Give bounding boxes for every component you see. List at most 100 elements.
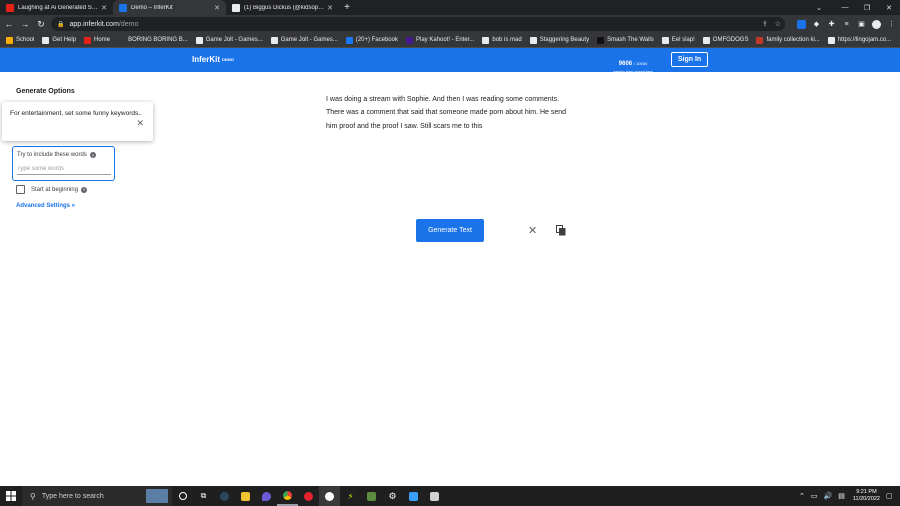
bookmark-label: Get Help [52, 37, 77, 43]
bookmark-item[interactable]: OMFGDOGS [702, 36, 748, 44]
bookmark-item[interactable]: BORING BORING B... [118, 36, 188, 44]
url-path: /demo [118, 20, 139, 28]
extensions-puzzle-icon[interactable]: ✚ [827, 20, 836, 29]
tab-title: Laughing at Ai Generated Storie [18, 4, 99, 11]
bookmark-favicon-icon [827, 36, 835, 44]
tab-twitter[interactable]: (1) Biggus Dickus (@kidsophie) · ✕ [226, 0, 339, 15]
brand-logo[interactable]: InferKit DEMO [192, 55, 234, 64]
bookmark-item[interactable]: family collection ki... [756, 36, 820, 44]
twitter-favicon-icon [232, 3, 240, 12]
notifications-icon[interactable]: ▢ [886, 492, 896, 500]
lock-icon: 🔒 [57, 21, 65, 28]
advanced-settings-link[interactable]: Advanced Settings » [16, 203, 75, 209]
sidepanel-icon[interactable]: ▣ [857, 20, 866, 29]
new-tab-button[interactable]: + [339, 0, 355, 15]
tab-title: Demo – InferKit [131, 4, 173, 11]
system-tray: ⌃ ▭ 🔊 ▤ 9:21 PM 11/20/2022 ▢ [796, 486, 900, 506]
settings-gear-icon[interactable]: ⚙ [382, 486, 403, 506]
bookmark-label: School [16, 37, 35, 43]
bookmark-item[interactable]: School [6, 36, 35, 44]
window-controls: — ❐ ✕ [834, 0, 900, 15]
keywords-label: Try to include these words [17, 152, 87, 158]
bookmark-star-icon[interactable]: ☆ [775, 20, 781, 28]
bookmarks-bar: School Get Help Home BORING BORING B... Game… [0, 33, 900, 48]
bookmark-item[interactable]: Staggering Beauty [529, 36, 589, 44]
media-icon[interactable]: ≡ [842, 20, 851, 29]
minecraft-icon[interactable] [361, 486, 382, 506]
help-icon[interactable]: ? [81, 186, 88, 193]
game-app-icon[interactable]: ⚡ [340, 486, 361, 506]
bookmark-item[interactable]: https://lingojam.co... [827, 36, 892, 44]
system-clock[interactable]: 9:21 PM 11/20/2022 [853, 489, 880, 503]
bookmark-favicon-icon [702, 36, 710, 44]
taskbar-search-box[interactable]: ⚲ Type here to search [22, 486, 172, 506]
photos-icon[interactable] [403, 486, 424, 506]
bookmark-item[interactable]: Game Jolt - Games... [195, 36, 263, 44]
clear-text-icon[interactable]: ✕ [528, 224, 537, 237]
bookmark-item[interactable]: Eel slap! [661, 36, 695, 44]
credits-label: weekly free characters [612, 69, 653, 74]
bookmark-label: https://lingojam.co... [837, 37, 892, 43]
profile-avatar-icon[interactable] [872, 19, 881, 29]
tab-close-icon[interactable]: ✕ [327, 4, 333, 12]
app-drop-icon[interactable] [256, 486, 277, 506]
tab-close-icon[interactable]: ✕ [101, 4, 107, 12]
minimize-icon[interactable]: — [834, 0, 856, 15]
opera-icon[interactable] [298, 486, 319, 506]
cortana-icon[interactable] [172, 486, 193, 506]
task-view-icon[interactable]: ⧉ [193, 486, 214, 506]
keywords-input[interactable] [17, 163, 111, 175]
bookmark-label: BORING BORING B... [128, 37, 188, 43]
bookmark-item[interactable]: Play Kahoot! - Enter... [405, 36, 474, 44]
forward-arrow-icon[interactable]: → [18, 15, 32, 33]
extension-shield-icon[interactable]: ◆ [812, 20, 821, 29]
url-host: app.inferkit.com [69, 20, 119, 28]
bookmark-item[interactable]: bob is mad [482, 36, 522, 44]
network-icon[interactable]: ▭ [811, 492, 818, 500]
start-at-beginning-label[interactable]: Start at beginning [31, 187, 78, 193]
sign-in-button[interactable]: Sign In [671, 52, 708, 67]
file-explorer-icon[interactable] [235, 486, 256, 506]
language-icon[interactable]: ▤ [838, 492, 845, 500]
help-icon[interactable]: ? [89, 152, 96, 158]
bookmark-favicon-icon [597, 36, 605, 44]
bookmark-item[interactable]: Home [84, 36, 110, 44]
search-highlight-image [146, 489, 168, 503]
tab-close-icon[interactable]: ✕ [214, 4, 220, 12]
bookmark-favicon-icon [195, 36, 203, 44]
volume-icon[interactable]: 🔊 [824, 492, 833, 500]
start-at-beginning-checkbox[interactable] [16, 185, 25, 194]
app-window-icon[interactable] [424, 486, 445, 506]
tab-search-chevron-icon[interactable]: ⌄ [812, 0, 826, 15]
bookmark-label: Game Jolt - Games... [280, 37, 338, 43]
start-at-beginning-option: Start at beginning ? [16, 185, 88, 194]
tab-inferkit[interactable]: Demo – InferKit ✕ [113, 0, 226, 15]
tab-youtube[interactable]: Laughing at Ai Generated Storie ✕ [0, 0, 113, 15]
steam-icon[interactable] [214, 486, 235, 506]
bookmark-label: Game Jolt - Games... [205, 37, 263, 43]
show-hidden-icons-icon[interactable]: ⌃ [799, 492, 805, 500]
generate-options-title: Generate Options [16, 88, 75, 95]
bookmark-favicon-icon [270, 36, 278, 44]
windows-start-icon[interactable] [0, 486, 22, 506]
back-arrow-icon[interactable]: ← [2, 15, 16, 33]
reload-icon[interactable]: ↻ [34, 15, 48, 33]
restore-icon[interactable]: ❐ [856, 0, 878, 15]
bookmark-item[interactable]: (20+) Facebook [345, 36, 398, 44]
tooltip-close-icon[interactable]: ✕ [136, 116, 144, 130]
menu-kebab-icon[interactable]: ⋮ [887, 20, 896, 29]
bookmark-item[interactable]: Smash The Walls [597, 36, 654, 44]
bookmark-item[interactable]: Game Jolt - Games... [270, 36, 338, 44]
credits-total: / 10000 [633, 61, 648, 66]
close-window-icon[interactable]: ✕ [878, 0, 900, 15]
story-text-editor[interactable]: I was doing a stream with Sophie. And th… [326, 93, 576, 133]
omnibox-actions: ⇪ ☆ [762, 17, 781, 31]
bookmark-item[interactable]: Get Help [42, 36, 77, 44]
generate-text-button[interactable]: Generate Text [416, 219, 484, 242]
extension-icon[interactable] [797, 19, 806, 29]
address-bar[interactable]: 🔒 app.inferkit.com/demo ⇪ ☆ [51, 17, 785, 31]
obs-icon[interactable] [319, 486, 340, 506]
chrome-icon[interactable] [277, 486, 298, 506]
copy-icon[interactable] [556, 225, 566, 236]
share-icon[interactable]: ⇪ [762, 20, 768, 28]
